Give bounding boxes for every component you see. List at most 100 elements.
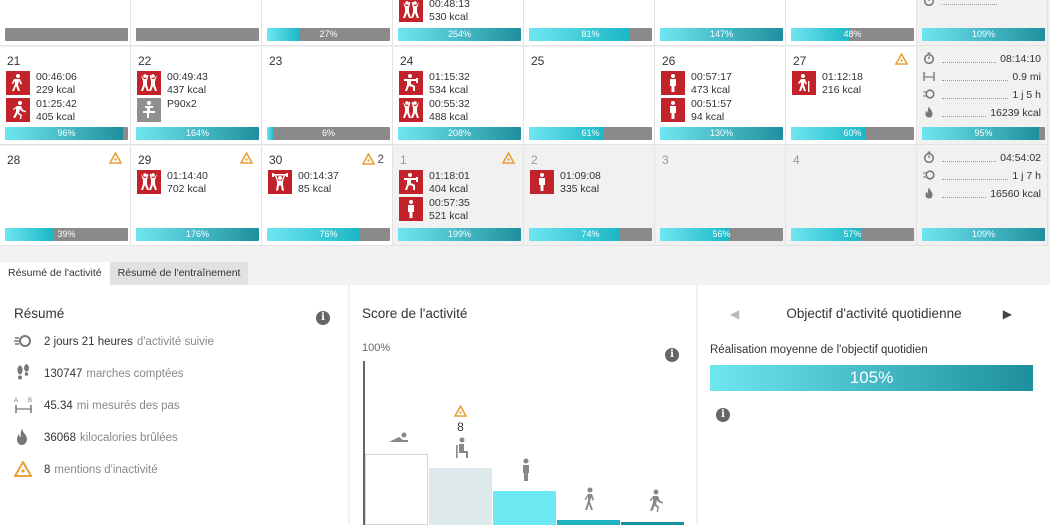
- activity-entry[interactable]: 01:12:18 216 kcal: [792, 71, 863, 97]
- entry-calories: 473 kcal: [691, 84, 731, 96]
- activity-entry[interactable]: 01:09:08 335 kcal: [530, 170, 601, 196]
- calendar-day[interactable]: 26 00:57:17 473 kcal 00:51:57 94 kcal 130%: [655, 47, 786, 145]
- info-icon[interactable]: i: [316, 311, 330, 325]
- activity-entry[interactable]: 01:14:40 702 kcal: [137, 170, 208, 196]
- stopwatch-icon: [922, 52, 936, 67]
- entry-text: 00:57:17 473 kcal: [691, 71, 732, 97]
- summary-row-steps: 130747 marches comptées: [14, 363, 184, 383]
- calendar-day[interactable]: 4 57%: [786, 146, 917, 246]
- activity-entry[interactable]: 00:48:13 530 kcal: [399, 0, 470, 24]
- activity-entry[interactable]: 00:46:06 229 kcal: [6, 71, 77, 97]
- summary-row-inactivity: 8 mentions d'inactivité: [13, 459, 158, 479]
- progress-label: 254%: [447, 29, 472, 39]
- progress-label: 95%: [974, 128, 993, 138]
- goal-progress-bar: 109%: [922, 28, 1045, 41]
- entry-text: 01:25:42 405 kcal: [36, 98, 77, 124]
- goal-title: Objectif d'activité quotidienne: [786, 306, 962, 321]
- progress-label: 130%: [709, 128, 734, 138]
- progress-label: 109%: [971, 29, 996, 39]
- calendar-day[interactable]: 3 56%: [655, 146, 786, 246]
- activity-entry[interactable]: 00:57:35 521 kcal: [399, 197, 470, 223]
- entry-calories: 85 kcal: [298, 183, 332, 195]
- hike-icon: [792, 71, 816, 95]
- activity-entry[interactable]: 00:49:43 437 kcal: [137, 71, 208, 97]
- info-icon[interactable]: i: [665, 348, 679, 362]
- summary-label: marches comptées: [86, 368, 184, 380]
- entry-duration: 01:18:01: [429, 170, 470, 182]
- activity-entry[interactable]: 00:51:57 94 kcal: [661, 98, 732, 124]
- calendar-day[interactable]: 00:48:13 530 kcal 254%: [393, 0, 524, 46]
- summary-label: d'activité suivie: [136, 336, 214, 348]
- entry-text: 00:46:06 229 kcal: [36, 71, 77, 97]
- activity-entry[interactable]: 00:14:37 85 kcal: [268, 170, 339, 196]
- score-bar[interactable]: [557, 520, 620, 525]
- progress-label: 208%: [447, 128, 472, 138]
- entry-calories: 534 kcal: [429, 84, 469, 96]
- next-arrow-icon[interactable]: ▶: [1003, 307, 1012, 321]
- day-number: 28: [7, 153, 21, 167]
- entry-text: 01:18:01 404 kcal: [429, 170, 470, 196]
- leader-dots: [942, 109, 987, 117]
- leader-dots: [942, 190, 987, 198]
- activity-entry[interactable]: 00:55:32 488 kcal: [399, 98, 470, 124]
- stopwatch-icon: [922, 151, 936, 166]
- calendar-day[interactable]: [0, 0, 131, 46]
- info-icon[interactable]: i: [716, 408, 730, 422]
- summary-value: 2 jours 21 heures: [44, 336, 133, 348]
- tab-activity-summary[interactable]: Résumé de l'activité: [0, 262, 110, 285]
- score-title: Score de l'activité: [362, 306, 468, 321]
- inactivity-warning: [109, 152, 122, 164]
- activity-icon: [14, 334, 36, 351]
- progress-label: 57%: [843, 229, 862, 239]
- activity-entry[interactable]: 01:15:32 534 kcal: [399, 71, 470, 97]
- summary-value: 0.9 mi: [1012, 71, 1041, 83]
- activity-entry[interactable]: P90x2: [137, 98, 197, 124]
- calendar-day[interactable]: 23 6%: [262, 47, 393, 145]
- entry-duration: 00:55:32: [429, 98, 470, 110]
- activity-entry[interactable]: 00:57:17 473 kcal: [661, 71, 732, 97]
- calendar-day[interactable]: 48%: [786, 0, 917, 46]
- leader-dots: [942, 172, 1009, 180]
- goal-progress-bar: 208%: [398, 127, 521, 140]
- calendar-day[interactable]: 27 01:12:18 216 kcal 60%: [786, 47, 917, 145]
- stand-icon: [661, 71, 685, 95]
- calendar-day[interactable]: 22 00:49:43 437 kcal P90x2 164%: [131, 47, 262, 145]
- score-bar[interactable]: [365, 454, 428, 525]
- calendar-day[interactable]: 28 39%: [0, 146, 131, 246]
- goal-progress-bar: 74%: [529, 228, 652, 241]
- progress-label: 27%: [319, 29, 338, 39]
- tab-training-summary[interactable]: Résumé de l'entraînement: [109, 262, 249, 285]
- calendar-day[interactable]: [131, 0, 262, 46]
- calendar-day[interactable]: 25 61%: [524, 47, 655, 145]
- calendar-day[interactable]: 29 01:14:40 702 kcal 176%: [131, 146, 262, 246]
- entry-text: 00:49:43 437 kcal: [167, 71, 208, 97]
- goal-subtitle: Réalisation moyenne de l'objectif quotid…: [710, 344, 928, 356]
- calendar-day[interactable]: 30 2 00:14:37 85 kcal 76%: [262, 146, 393, 246]
- calendar-day[interactable]: 27%: [262, 0, 393, 46]
- entry-calories: 335 kcal: [560, 183, 600, 195]
- score-bar[interactable]: [493, 491, 556, 525]
- calendar-day[interactable]: 1 01:18:01 404 kcal 00:57:35 521 kcal 199%: [393, 146, 524, 246]
- calendar-day[interactable]: 81%: [524, 0, 655, 46]
- calendar-day[interactable]: 21 00:46:06 229 kcal 01:25:42 405 kcal 96%: [0, 47, 131, 145]
- goal-progress-bar: 76%: [267, 228, 390, 241]
- inactivity-count: 8: [457, 420, 464, 434]
- calendar-day[interactable]: 24 01:15:32 534 kcal 00:55:32 488 kcal 208%: [393, 47, 524, 145]
- entry-duration: 01:09:08: [560, 170, 601, 182]
- leader-dots: [942, 154, 997, 162]
- goal-progress-bar: 96%: [5, 127, 128, 140]
- entry-text: 00:14:37 85 kcal: [298, 170, 339, 196]
- dance-icon: [137, 170, 161, 194]
- calendar-day[interactable]: 147%: [655, 0, 786, 46]
- activity-entry[interactable]: 01:25:42 405 kcal: [6, 98, 77, 124]
- activity-entry[interactable]: 01:18:01 404 kcal: [399, 170, 470, 196]
- calendar-day[interactable]: 2 01:09:08 335 kcal 74%: [524, 146, 655, 246]
- day-number: 27: [793, 54, 807, 68]
- goal-progress-bar: 60%: [791, 127, 914, 140]
- entry-calories: 702 kcal: [167, 183, 207, 195]
- week-summary: 109%: [917, 0, 1048, 46]
- entry-duration: 01:14:40: [167, 170, 208, 182]
- progress-label: 147%: [709, 29, 734, 39]
- score-bar[interactable]: [429, 468, 492, 525]
- day-number: 3: [662, 153, 669, 167]
